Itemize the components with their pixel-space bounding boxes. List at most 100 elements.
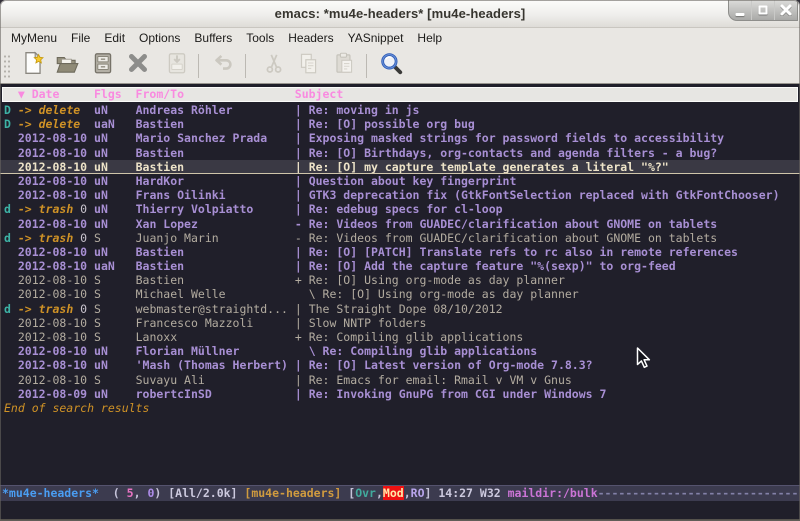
date-cell: -> delete [18, 103, 80, 117]
subject-cell: | Slow NNTP folders [295, 316, 427, 330]
gap [87, 330, 94, 344]
new-file-button[interactable] [16, 50, 50, 82]
message-row[interactable]: 2012-08-10 S Suvayu Ali | Re: Emacs for … [0, 373, 800, 387]
open-file-icon [54, 50, 80, 81]
subject-cell: + Re: [O] Using org-mode as day planner [295, 273, 565, 287]
mark-cell [4, 344, 18, 358]
date-cell: 2012-08-10 [18, 174, 87, 188]
message-row[interactable]: 2012-08-10 S Michael Welle \ Re: [O] Usi… [0, 287, 800, 301]
subject-cell: | GTK3 deprecation fix (GtkFontSelection… [295, 188, 780, 202]
message-row[interactable]: 2012-08-10 uN Xan Lopez - Re: Videos fro… [0, 217, 800, 231]
mark-cell [4, 373, 18, 387]
size-cell: 0 [73, 302, 87, 316]
subject-cell: | Re: edebug specs for cl-loop [295, 202, 503, 216]
message-row[interactable]: d -> trash 0 S webmaster@straightd... | … [0, 302, 800, 316]
message-row[interactable]: 2012-08-10 uN 'Mash (Thomas Herbert) | R… [0, 358, 800, 372]
modeline-buffer-name: *mu4e-headers* [2, 486, 99, 500]
close-button[interactable] [774, 0, 797, 20]
message-row[interactable]: 2012-08-09 uN robertcInSD | Re: Invoking… [0, 387, 800, 401]
gap [87, 146, 94, 160]
headers-column-header[interactable]: ▼ Date Flgs From/To Subject [2, 87, 798, 102]
from-cell: Bastien [136, 117, 295, 131]
undo-icon [210, 50, 236, 81]
paste-icon [331, 50, 357, 81]
menu-bar: MyMenuFileEditOptionsBuffersToolsHeaders… [0, 28, 800, 48]
gap [87, 287, 94, 301]
titlebar[interactable]: emacs: *mu4e-headers* [mu4e-headers] [0, 0, 800, 28]
subject-cell: \ Re: [O] Using org-mode as day planner [295, 287, 579, 301]
paste-button[interactable] [327, 50, 361, 82]
from-cell: Thierry Volpiatto [136, 202, 295, 216]
mark-cell [4, 245, 18, 259]
flags-cell: uN [94, 146, 136, 160]
date-cell: -> delete [18, 117, 80, 131]
subject-cell: | Re: [O] Add the capture feature "%(sex… [295, 259, 676, 273]
mark-cell [4, 160, 18, 174]
save-button[interactable] [86, 50, 120, 82]
from-cell: Andreas Röhler [136, 103, 295, 117]
message-row[interactable]: 2012-08-10 uN Bastien | Re: [O] Birthday… [0, 146, 800, 160]
date-cell: 2012-08-10 [18, 217, 87, 231]
menu-options[interactable]: Options [132, 28, 187, 48]
modeline-major-mode: [mu4e-headers] [244, 486, 341, 500]
close-button[interactable] [121, 50, 155, 82]
maximize-button[interactable] [751, 0, 774, 20]
subject-cell: | The Straight Dope 08/10/2012 [295, 302, 503, 316]
mark-cell [4, 259, 18, 273]
message-row[interactable]: d -> trash 0 S Juanjo Marin - Re: Videos… [0, 231, 800, 245]
search-button[interactable] [374, 50, 408, 82]
message-row[interactable]: 2012-08-10 uN Bastien | Re: [O] my captu… [0, 160, 800, 174]
menu-headers[interactable]: Headers [281, 28, 340, 48]
date-cell: 2012-08-10 [18, 344, 87, 358]
copy-button[interactable] [291, 50, 325, 82]
date-cell: 2012-08-09 [18, 387, 87, 401]
gap [87, 302, 94, 316]
menu-edit[interactable]: Edit [97, 28, 132, 48]
message-row[interactable]: D -> delete uN Andreas Röhler | Re: movi… [0, 103, 800, 117]
from-cell: Xan Lopez [136, 217, 295, 231]
cut-button[interactable] [257, 50, 291, 82]
message-row[interactable]: 2012-08-10 uN Bastien | Re: [O] [PATCH] … [0, 245, 800, 259]
message-row[interactable]: 2012-08-10 uN Mario Sanchez Prada | Expo… [0, 131, 800, 145]
subject-cell: | Re: [O] possible org bug [295, 117, 475, 131]
menu-help[interactable]: Help [410, 28, 449, 48]
menu-mymenu[interactable]: MyMenu [4, 28, 64, 48]
undo-button[interactable] [206, 50, 240, 82]
menu-tools[interactable]: Tools [239, 28, 281, 48]
message-row[interactable]: d -> trash 0 uN Thierry Volpiatto | Re: … [0, 202, 800, 216]
mark-cell [4, 217, 18, 231]
menu-file[interactable]: File [64, 28, 97, 48]
save-as-button[interactable] [160, 50, 194, 82]
mode-line[interactable]: *mu4e-headers* ( 5, 0) [All/2.0k] [mu4e-… [0, 485, 800, 501]
message-row[interactable]: 2012-08-10 S Bastien + Re: [O] Using org… [0, 273, 800, 287]
minimize-icon [736, 13, 745, 16]
mark-cell [4, 188, 18, 202]
message-row[interactable]: 2012-08-10 S Francesco Mazzoli | Slow NN… [0, 316, 800, 330]
menu-buffers[interactable]: Buffers [187, 28, 239, 48]
modeline-paren: ( [99, 486, 127, 500]
subject-cell: | Re: [O] my capture template generates … [295, 160, 669, 174]
message-row[interactable]: 2012-08-10 uN Frans Oilinki | GTK3 depre… [0, 188, 800, 202]
open-file-button[interactable] [50, 50, 84, 82]
toolbar-drag-handle[interactable] [3, 53, 11, 79]
flags-cell: uN [94, 245, 136, 259]
gap [87, 373, 94, 387]
gap [87, 217, 94, 231]
mark-cell [4, 316, 18, 330]
subject-cell: | Re: Emacs for email: Rmail v VM v Gnus [295, 373, 572, 387]
emacs-window: emacs: *mu4e-headers* [mu4e-headers] MyM… [0, 0, 800, 521]
message-row[interactable]: D -> delete uaN Bastien | Re: [O] possib… [0, 117, 800, 131]
date-cell: 2012-08-10 [18, 131, 87, 145]
message-row[interactable]: 2012-08-10 uN HardKor | Question about k… [0, 174, 800, 188]
message-row[interactable]: 2012-08-10 S Lanoxx + Re: Compiling glib… [0, 330, 800, 344]
minimize-button[interactable] [729, 0, 751, 20]
close-icon [780, 4, 792, 16]
menu-yasnippet[interactable]: YASnippet [341, 28, 411, 48]
gap [87, 160, 94, 174]
mark-cell [4, 330, 18, 344]
cut-icon [261, 50, 287, 81]
gap [87, 273, 94, 287]
message-row[interactable]: 2012-08-10 uN Florian Müllner \ Re: Comp… [0, 344, 800, 358]
message-row[interactable]: 2012-08-10 uaN Bastien | Re: [O] Add the… [0, 259, 800, 273]
subject-cell: | Re: Invoking GnuPG from CGI under Wind… [295, 387, 607, 401]
